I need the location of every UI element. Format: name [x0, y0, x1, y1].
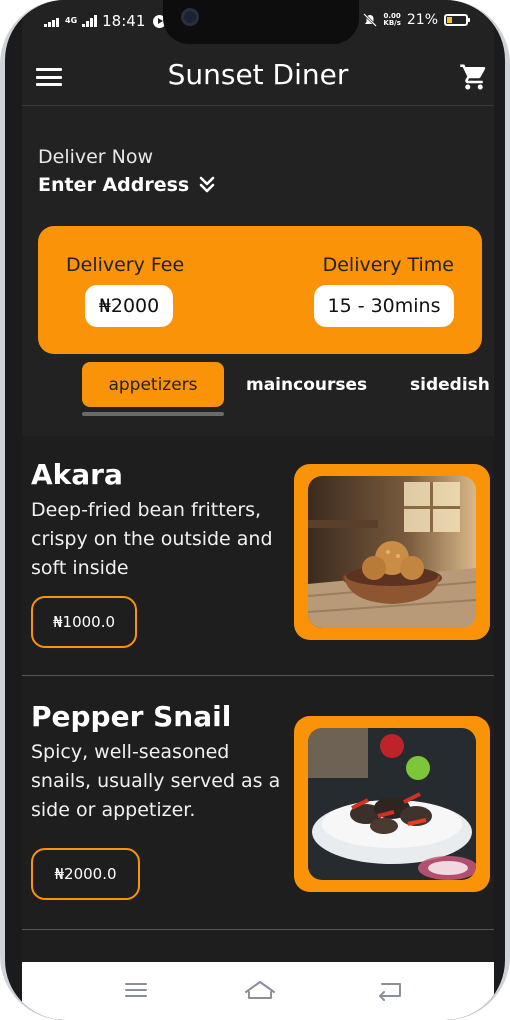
phone-bezel: Sunset Diner Deliver Now Enter Address D… [5, 0, 505, 1020]
menu-item-akara[interactable]: Akara Deep-fried bean fritters, crispy o… [22, 436, 494, 676]
app-bar: Sunset Diner [22, 50, 494, 106]
status-left: 4G 18:41 [44, 12, 167, 30]
menu-list: Akara Deep-fried bean fritters, crispy o… [22, 436, 494, 962]
mute-icon [363, 13, 378, 27]
item-name: Akara [31, 458, 123, 491]
phone-frame: Sunset Diner Deliver Now Enter Address D… [0, 0, 510, 1020]
item-description: Spicy, well-seasoned snails, usually ser… [31, 741, 281, 821]
system-navigation-bar [22, 962, 494, 1020]
deliver-now-label: Deliver Now [38, 146, 154, 168]
cart-icon[interactable] [458, 62, 490, 92]
akara-image [308, 476, 476, 628]
address-label: Enter Address [38, 174, 190, 196]
status-right: 0.00 KB/s 21% [363, 12, 470, 28]
item-image-frame [294, 464, 490, 640]
signal-icon [44, 15, 59, 27]
app-screen: Sunset Diner Deliver Now Enter Address D… [22, 0, 494, 1020]
delivery-info-card: Delivery Fee Delivery Time ₦2000 15 - 30… [38, 226, 482, 354]
delivery-time-value: 15 - 30mins [314, 285, 454, 327]
status-time: 18:41 [102, 12, 146, 30]
network-type: 4G [65, 16, 78, 25]
active-tab-indicator [82, 412, 224, 416]
item-name: Pepper Snail [31, 700, 232, 733]
menu-item-pepper-snail[interactable]: Pepper Snail Spicy, well-seasoned snails… [22, 678, 494, 930]
back-icon[interactable] [372, 978, 408, 1002]
delivery-fee-label: Delivery Fee [66, 254, 185, 276]
item-price-button[interactable]: ₦2000.0 [31, 848, 140, 900]
tab-maincourses[interactable]: maincourses [246, 362, 367, 407]
speed-unit: KB/s [383, 19, 401, 27]
category-tabs: appetizers maincourses sidedish [22, 362, 494, 416]
delivery-time-label: Delivery Time [322, 254, 454, 276]
battery-percentage: 21% [406, 12, 438, 28]
delivery-fee-value: ₦2000 [85, 285, 173, 327]
signal-icon-2 [82, 15, 98, 27]
item-price-button[interactable]: ₦1000.0 [31, 596, 137, 648]
recent-apps-icon[interactable] [118, 978, 154, 1002]
address-selector[interactable]: Enter Address [38, 174, 217, 196]
home-icon[interactable] [242, 978, 278, 1002]
front-camera [181, 8, 199, 26]
network-speed: 0.00 KB/s [383, 13, 400, 27]
double-chevron-down-icon [199, 176, 215, 193]
tab-appetizers[interactable]: appetizers [82, 362, 224, 407]
app-title: Sunset Diner [167, 58, 349, 91]
battery-icon [444, 14, 470, 26]
pepper-snail-image [308, 728, 476, 880]
item-description: Deep-fried bean fritters, crispy on the … [31, 499, 273, 579]
item-image-frame [294, 716, 490, 892]
tab-sidedish[interactable]: sidedish [410, 362, 490, 407]
